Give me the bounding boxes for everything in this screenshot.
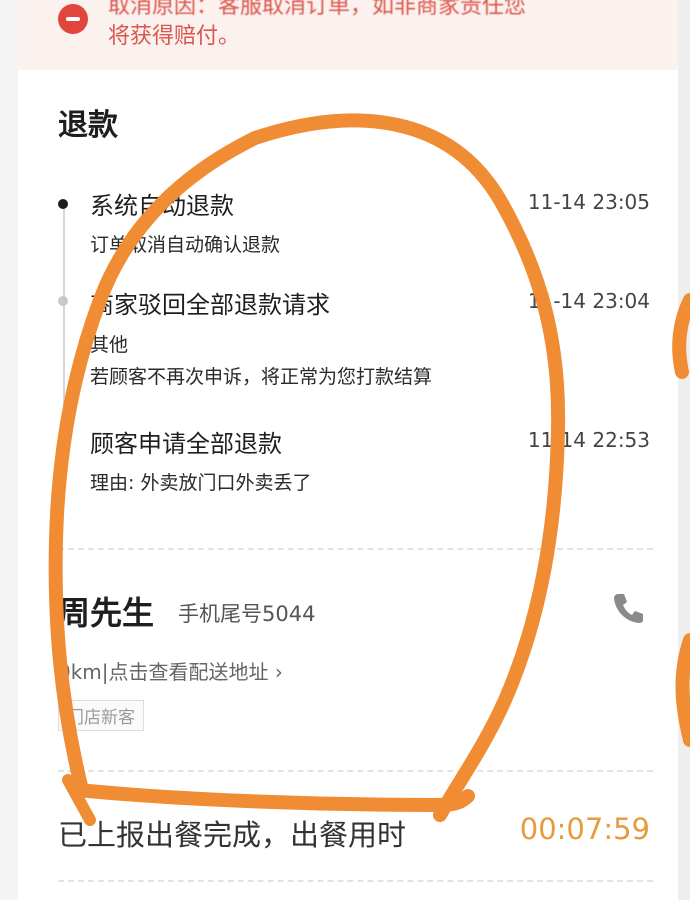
refund-event-title: 系统自动退款 bbox=[90, 192, 234, 220]
section-divider bbox=[58, 548, 653, 550]
phone-icon[interactable] bbox=[608, 588, 648, 628]
timeline-dot bbox=[58, 436, 68, 446]
customer-name: 周先生 bbox=[58, 594, 155, 632]
refund-event-detail: 订单取消自动确认退款 bbox=[90, 234, 281, 256]
adjacent-panel-edge bbox=[678, 0, 690, 900]
minus-circle-icon bbox=[58, 4, 88, 34]
view-delivery-address-link[interactable]: 0km|点击查看配送地址 › bbox=[58, 656, 283, 685]
order-detail-card: 取消原因：客服取消订单，如非商家责任您 将获得赔付。 退款 系统自动退款 11-… bbox=[18, 0, 678, 900]
customer-phone-suffix: 手机尾号5044 bbox=[178, 602, 316, 626]
refund-event-detail: 其他 bbox=[90, 334, 129, 356]
timeline-dot-active bbox=[58, 199, 68, 209]
refund-section-title: 退款 bbox=[58, 108, 118, 143]
refund-event-detail: 若顾客不再次申诉，将正常为您打款结算 bbox=[90, 366, 433, 388]
meal-ready-label: 已上报出餐完成，出餐用时 bbox=[58, 818, 407, 852]
cancel-notice-banner: 取消原因：客服取消订单，如非商家责任您 将获得赔付。 bbox=[18, 0, 678, 70]
cancel-notice-text: 取消原因：客服取消订单，如非商家责任您 将获得赔付。 bbox=[108, 0, 648, 52]
refund-event-title: 顾客申请全部退款 bbox=[90, 430, 282, 458]
timeline-dot bbox=[58, 296, 68, 306]
refund-event-time: 11-14 23:05 bbox=[527, 190, 650, 214]
new-customer-tag: 门店新客 bbox=[58, 700, 144, 731]
refund-event-detail: 理由: 外卖放门口外卖丢了 bbox=[90, 472, 312, 494]
timeline-line bbox=[63, 205, 65, 440]
refund-event-time: 11-14 22:53 bbox=[527, 428, 650, 452]
refund-event-title: 商家驳回全部退款请求 bbox=[90, 291, 330, 319]
section-divider bbox=[58, 770, 653, 772]
refund-event-time: 11-14 23:04 bbox=[527, 289, 650, 313]
section-divider bbox=[58, 880, 653, 882]
cancel-notice-line-1: 取消原因：客服取消订单，如非商家责任您 bbox=[108, 0, 527, 19]
cancel-notice-line-2: 将获得赔付。 bbox=[108, 24, 241, 49]
meal-prep-timer: 00:07:59 bbox=[519, 812, 650, 846]
